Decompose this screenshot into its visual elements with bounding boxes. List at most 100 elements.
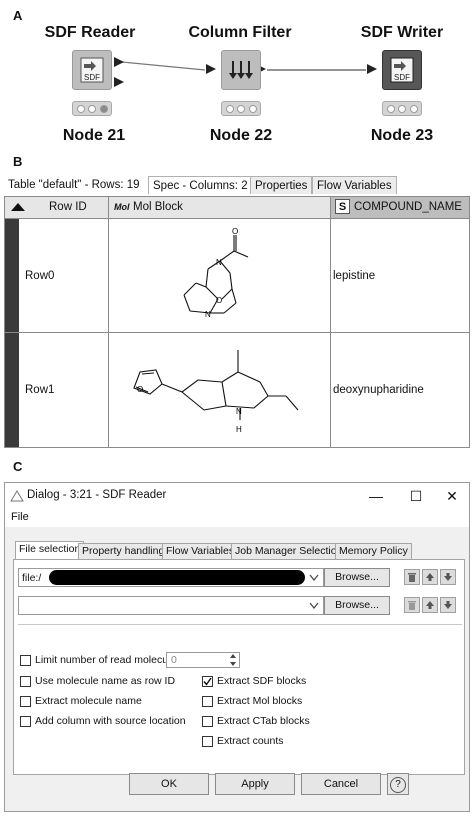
cell-row-id: Row0 xyxy=(19,219,109,332)
output-port-1-icon xyxy=(114,57,124,67)
spinner-arrows-icon xyxy=(230,654,236,666)
tab-flow-variables-dialog[interactable]: Flow Variables xyxy=(162,543,239,559)
checkbox-box xyxy=(20,715,31,727)
sdf-reader-node[interactable]: SDF xyxy=(72,50,112,90)
move-up-button-2[interactable] xyxy=(422,597,438,613)
table-row[interactable]: Row1 O N H deoxynupharidine xyxy=(5,333,469,447)
svg-text:N: N xyxy=(205,310,211,319)
molecule-lepistine-image: N O N O xyxy=(182,227,248,319)
cell-compound-name: deoxynupharidine xyxy=(333,384,424,396)
svg-text:SDF: SDF xyxy=(84,73,100,82)
menu-bar: File xyxy=(5,509,469,527)
move-down-button-2[interactable] xyxy=(440,597,456,613)
chevron-down-icon xyxy=(309,574,319,581)
minimize-button[interactable]: — xyxy=(367,487,385,505)
tab-flow-variables[interactable]: Flow Variables xyxy=(312,176,397,194)
header-mol-block[interactable]: Mol Mol Block xyxy=(109,197,331,218)
checkbox-box xyxy=(202,735,213,747)
warning-triangle-icon xyxy=(10,490,24,502)
extract-mol-blocks-checkbox[interactable]: Extract Mol blocks xyxy=(202,695,302,707)
browse-button-1[interactable]: Browse... xyxy=(324,568,390,587)
redacted-path xyxy=(49,570,305,585)
tab-spec-columns[interactable]: Spec - Columns: 2 xyxy=(148,176,253,194)
tab-memory-policy[interactable]: Memory Policy xyxy=(335,543,412,559)
checkbox-checked xyxy=(202,675,213,687)
add-source-column-checkbox[interactable]: Add column with source location xyxy=(20,715,186,727)
help-icon: ? xyxy=(390,777,406,793)
divider xyxy=(18,624,462,625)
help-button[interactable]: ? xyxy=(387,773,409,795)
menu-file[interactable]: File xyxy=(11,511,29,523)
table-header: Row ID Mol Mol Block S COMPOUND_NAME xyxy=(5,197,469,219)
sdf-file-icon: SDF xyxy=(80,57,104,83)
svg-text:O: O xyxy=(232,227,238,236)
svg-text:N: N xyxy=(216,258,222,267)
checkbox-box xyxy=(20,695,31,707)
sdf-writer-status-lights xyxy=(382,101,422,116)
row-marker xyxy=(5,333,19,447)
cancel-button[interactable]: Cancel xyxy=(301,773,381,795)
ok-button[interactable]: OK xyxy=(129,773,209,795)
header-compound-name[interactable]: S COMPOUND_NAME xyxy=(331,197,469,218)
sdf-reader-status-lights xyxy=(72,101,112,116)
limit-molecules-checkbox[interactable]: Limit number of read molecules xyxy=(20,654,181,666)
checkbox-box xyxy=(20,654,31,666)
connection-line-1 xyxy=(121,61,206,71)
cell-mol-structure: N O N O xyxy=(109,219,331,332)
chevron-down-icon xyxy=(309,602,319,609)
tab-properties[interactable]: Properties xyxy=(250,176,313,194)
panel-label-c: C xyxy=(13,459,23,474)
file-selection-panel: file:/ Browse... Browse... Limit number … xyxy=(13,559,465,775)
tab-file-selection[interactable]: File selection xyxy=(15,541,85,560)
arrow-up-icon xyxy=(426,573,434,581)
header-row-id[interactable]: Row ID xyxy=(5,197,109,218)
sdf-writer-node[interactable]: SDF xyxy=(382,50,422,90)
tab-property-handling[interactable]: Property handling xyxy=(78,543,169,559)
svg-text:O: O xyxy=(216,296,222,305)
use-name-as-row-id-checkbox[interactable]: Use molecule name as row ID xyxy=(20,675,175,687)
arrow-down-icon xyxy=(444,601,452,609)
browse-button-2[interactable]: Browse... xyxy=(324,596,390,615)
column-filter-icon xyxy=(229,61,253,79)
sort-up-icon xyxy=(11,203,25,211)
node-name-22: Node 22 xyxy=(209,127,273,144)
column-filter-node[interactable] xyxy=(221,50,261,90)
panel-label-b: B xyxy=(13,154,23,169)
node-name-23: Node 23 xyxy=(370,127,434,144)
file-path-combobox-2[interactable] xyxy=(18,596,324,615)
data-table: Row ID Mol Mol Block S COMPOUND_NAME Row0 xyxy=(4,196,470,448)
delete-button-1[interactable] xyxy=(404,569,420,585)
table-caption: Table "default" - Rows: 19 xyxy=(8,179,140,191)
extract-sdf-blocks-checkbox[interactable]: Extract SDF blocks xyxy=(202,675,306,687)
close-button[interactable]: ✕ xyxy=(443,487,461,505)
table-row[interactable]: Row0 N O N O lepistine xyxy=(5,219,469,333)
extract-ctab-blocks-checkbox[interactable]: Extract CTab blocks xyxy=(202,715,310,727)
cell-mol-structure: O N H xyxy=(109,333,331,447)
file-path-combobox[interactable]: file:/ xyxy=(18,568,324,587)
trash-icon xyxy=(408,600,416,610)
row-marker xyxy=(5,219,19,332)
apply-button[interactable]: Apply xyxy=(215,773,295,795)
input-port-sdf-writer-icon xyxy=(367,64,377,74)
string-type-icon: S xyxy=(335,199,350,215)
cell-row-id: Row1 xyxy=(19,333,109,447)
status-light-green xyxy=(99,104,108,113)
checkbox-box xyxy=(202,715,213,727)
table-view-tabs: Table "default" - Rows: 19 Spec - Column… xyxy=(4,174,470,196)
move-down-button-1[interactable] xyxy=(440,569,456,585)
checkbox-box xyxy=(20,675,31,687)
dialog-titlebar: Dialog - 3:21 - SDF Reader — ☐ ✕ xyxy=(5,483,469,509)
move-up-button-1[interactable] xyxy=(422,569,438,585)
arrow-down-icon xyxy=(444,573,452,581)
limit-molecules-spinner[interactable]: 0 xyxy=(166,652,240,668)
arrow-up-icon xyxy=(426,601,434,609)
maximize-button[interactable]: ☐ xyxy=(407,487,425,505)
trash-icon xyxy=(408,572,416,582)
checkmark-icon xyxy=(203,677,212,686)
extract-molecule-name-checkbox[interactable]: Extract molecule name xyxy=(20,695,142,707)
extract-counts-checkbox[interactable]: Extract counts xyxy=(202,735,284,747)
mol-type-icon: Mol xyxy=(114,202,130,212)
tab-job-manager-selection[interactable]: Job Manager Selection xyxy=(231,543,347,559)
delete-button-2[interactable] xyxy=(404,597,420,613)
status-light-red xyxy=(76,104,85,113)
